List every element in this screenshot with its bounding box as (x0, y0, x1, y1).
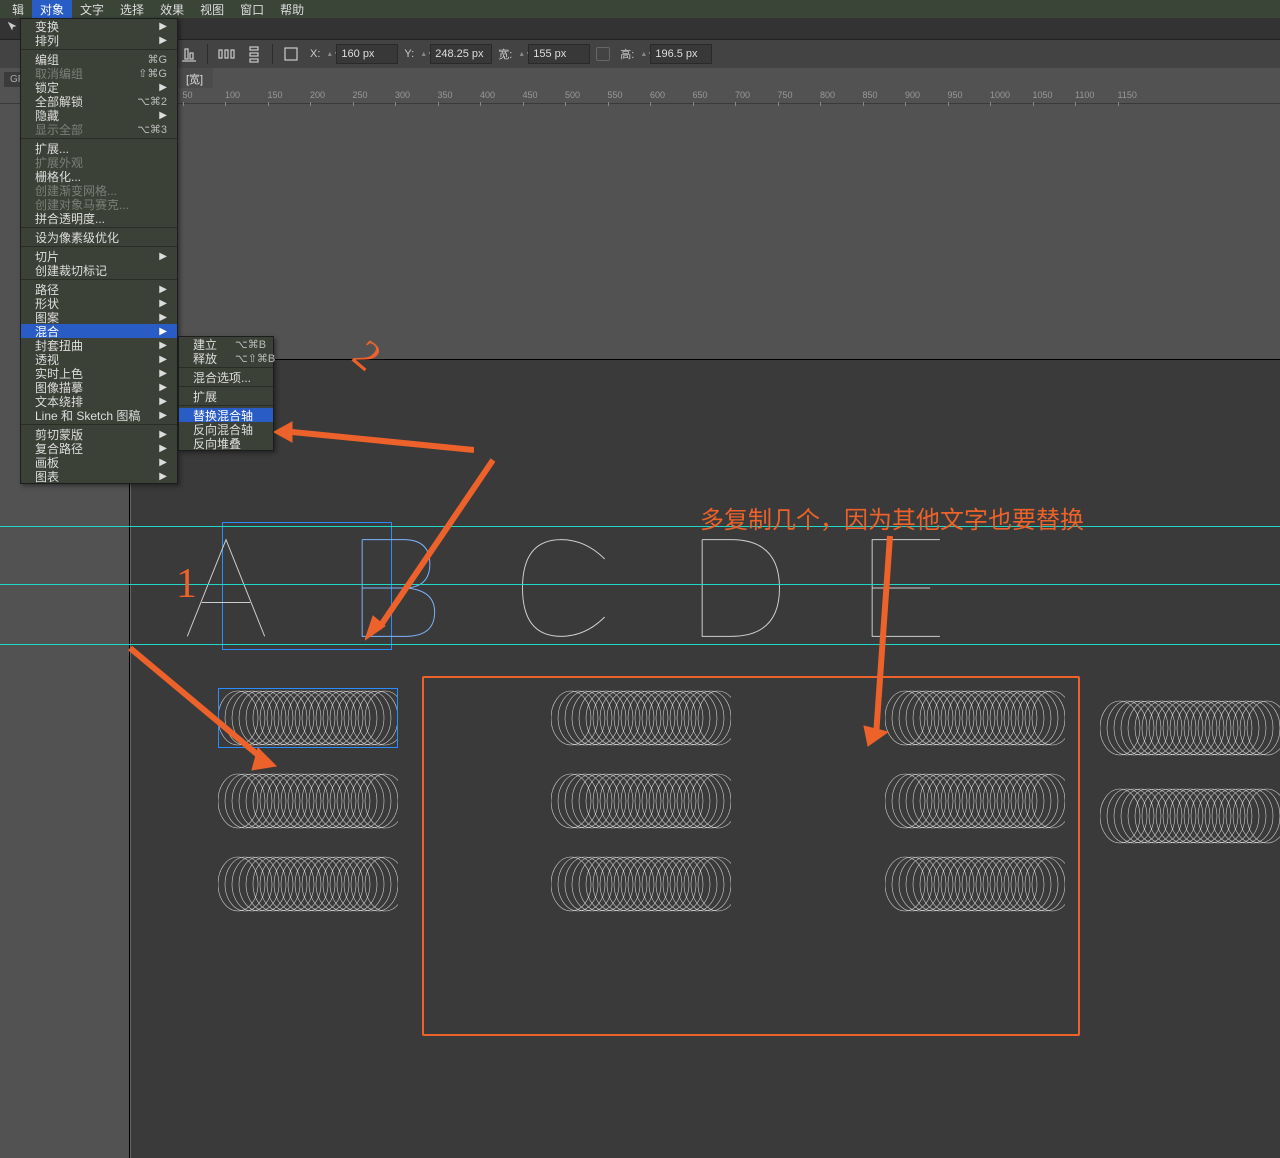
menu-文字[interactable]: 文字 (72, 0, 112, 20)
menu-item[interactable]: 排列▶ (21, 33, 177, 47)
menu-item[interactable]: 反向堆叠 (179, 436, 273, 450)
menu-item[interactable]: 拼合透明度... (21, 211, 177, 225)
annotation-text: 多复制几个，因为其他文字也要替换 (700, 500, 1084, 535)
menu-item[interactable]: Line 和 Sketch 图稿▶ (21, 408, 177, 422)
menu-辑[interactable]: 辑 (4, 0, 32, 20)
document-tab[interactable]: [宽] (176, 68, 213, 90)
w-label: 宽: (498, 46, 512, 62)
menu-item[interactable]: 扩展 (179, 389, 273, 403)
blend-submenu[interactable]: 建立⌥⌘B释放⌥⇧⌘B混合选项...扩展替换混合轴反向混合轴反向堆叠 (178, 336, 274, 451)
object-menu[interactable]: 变换▶排列▶编组⌘G取消编组⇧⌘G锁定▶全部解锁⌥⌘2隐藏▶显示全部⌥⌘3扩展.… (20, 18, 178, 484)
menu-选择[interactable]: 选择 (112, 0, 152, 20)
x-label: X: (310, 48, 320, 60)
horizontal-ruler: 0501001502002503003504004505005506006507… (0, 88, 1280, 104)
menu-item[interactable]: 释放⌥⇧⌘B (179, 351, 273, 365)
menu-帮助[interactable]: 帮助 (272, 0, 312, 20)
h-input[interactable] (650, 44, 712, 64)
w-input[interactable] (528, 44, 590, 64)
menu-窗口[interactable]: 窗口 (232, 0, 272, 20)
arrow-icon (274, 418, 474, 458)
arrow-icon (126, 644, 286, 774)
arrow-icon (365, 456, 495, 646)
options-bar: X: ▲▼ Y: ▲▼ 宽: ▲▼ 高: ▲▼ (0, 40, 1280, 68)
distribute-h-icon[interactable] (213, 41, 239, 67)
menu-视图[interactable]: 视图 (192, 0, 232, 20)
menu-item[interactable]: 创建裁切标记 (21, 263, 177, 277)
distribute-v-icon[interactable] (241, 41, 267, 67)
cursor-icon (6, 20, 20, 34)
x-input[interactable] (336, 44, 398, 64)
menu-item[interactable]: 混合选项... (179, 370, 273, 384)
annotation-number-1: 1 (176, 560, 197, 608)
h-label: 高: (620, 46, 634, 62)
align-bottom-icon[interactable] (176, 41, 202, 67)
y-label: Y: (404, 48, 414, 60)
link-wh-icon[interactable] (596, 47, 610, 61)
menu-item: 显示全部⌥⌘3 (21, 122, 177, 136)
letter-row (166, 528, 1280, 648)
menu-item[interactable]: 设为像素级优化 (21, 230, 177, 244)
coil-edge (1100, 788, 1280, 849)
tool-row (0, 18, 1280, 40)
transform-icon[interactable] (278, 41, 304, 67)
y-input[interactable] (430, 44, 492, 64)
menu-效果[interactable]: 效果 (152, 0, 192, 20)
menubar[interactable]: 辑对象文字选择效果视图窗口帮助 (0, 0, 1280, 18)
letter-c (506, 530, 626, 646)
guide-line (0, 526, 1280, 527)
menu-item[interactable]: 图表▶ (21, 469, 177, 483)
arrow-icon (760, 532, 900, 752)
coil-edge (1100, 700, 1280, 761)
annotation-box (422, 676, 1080, 1036)
